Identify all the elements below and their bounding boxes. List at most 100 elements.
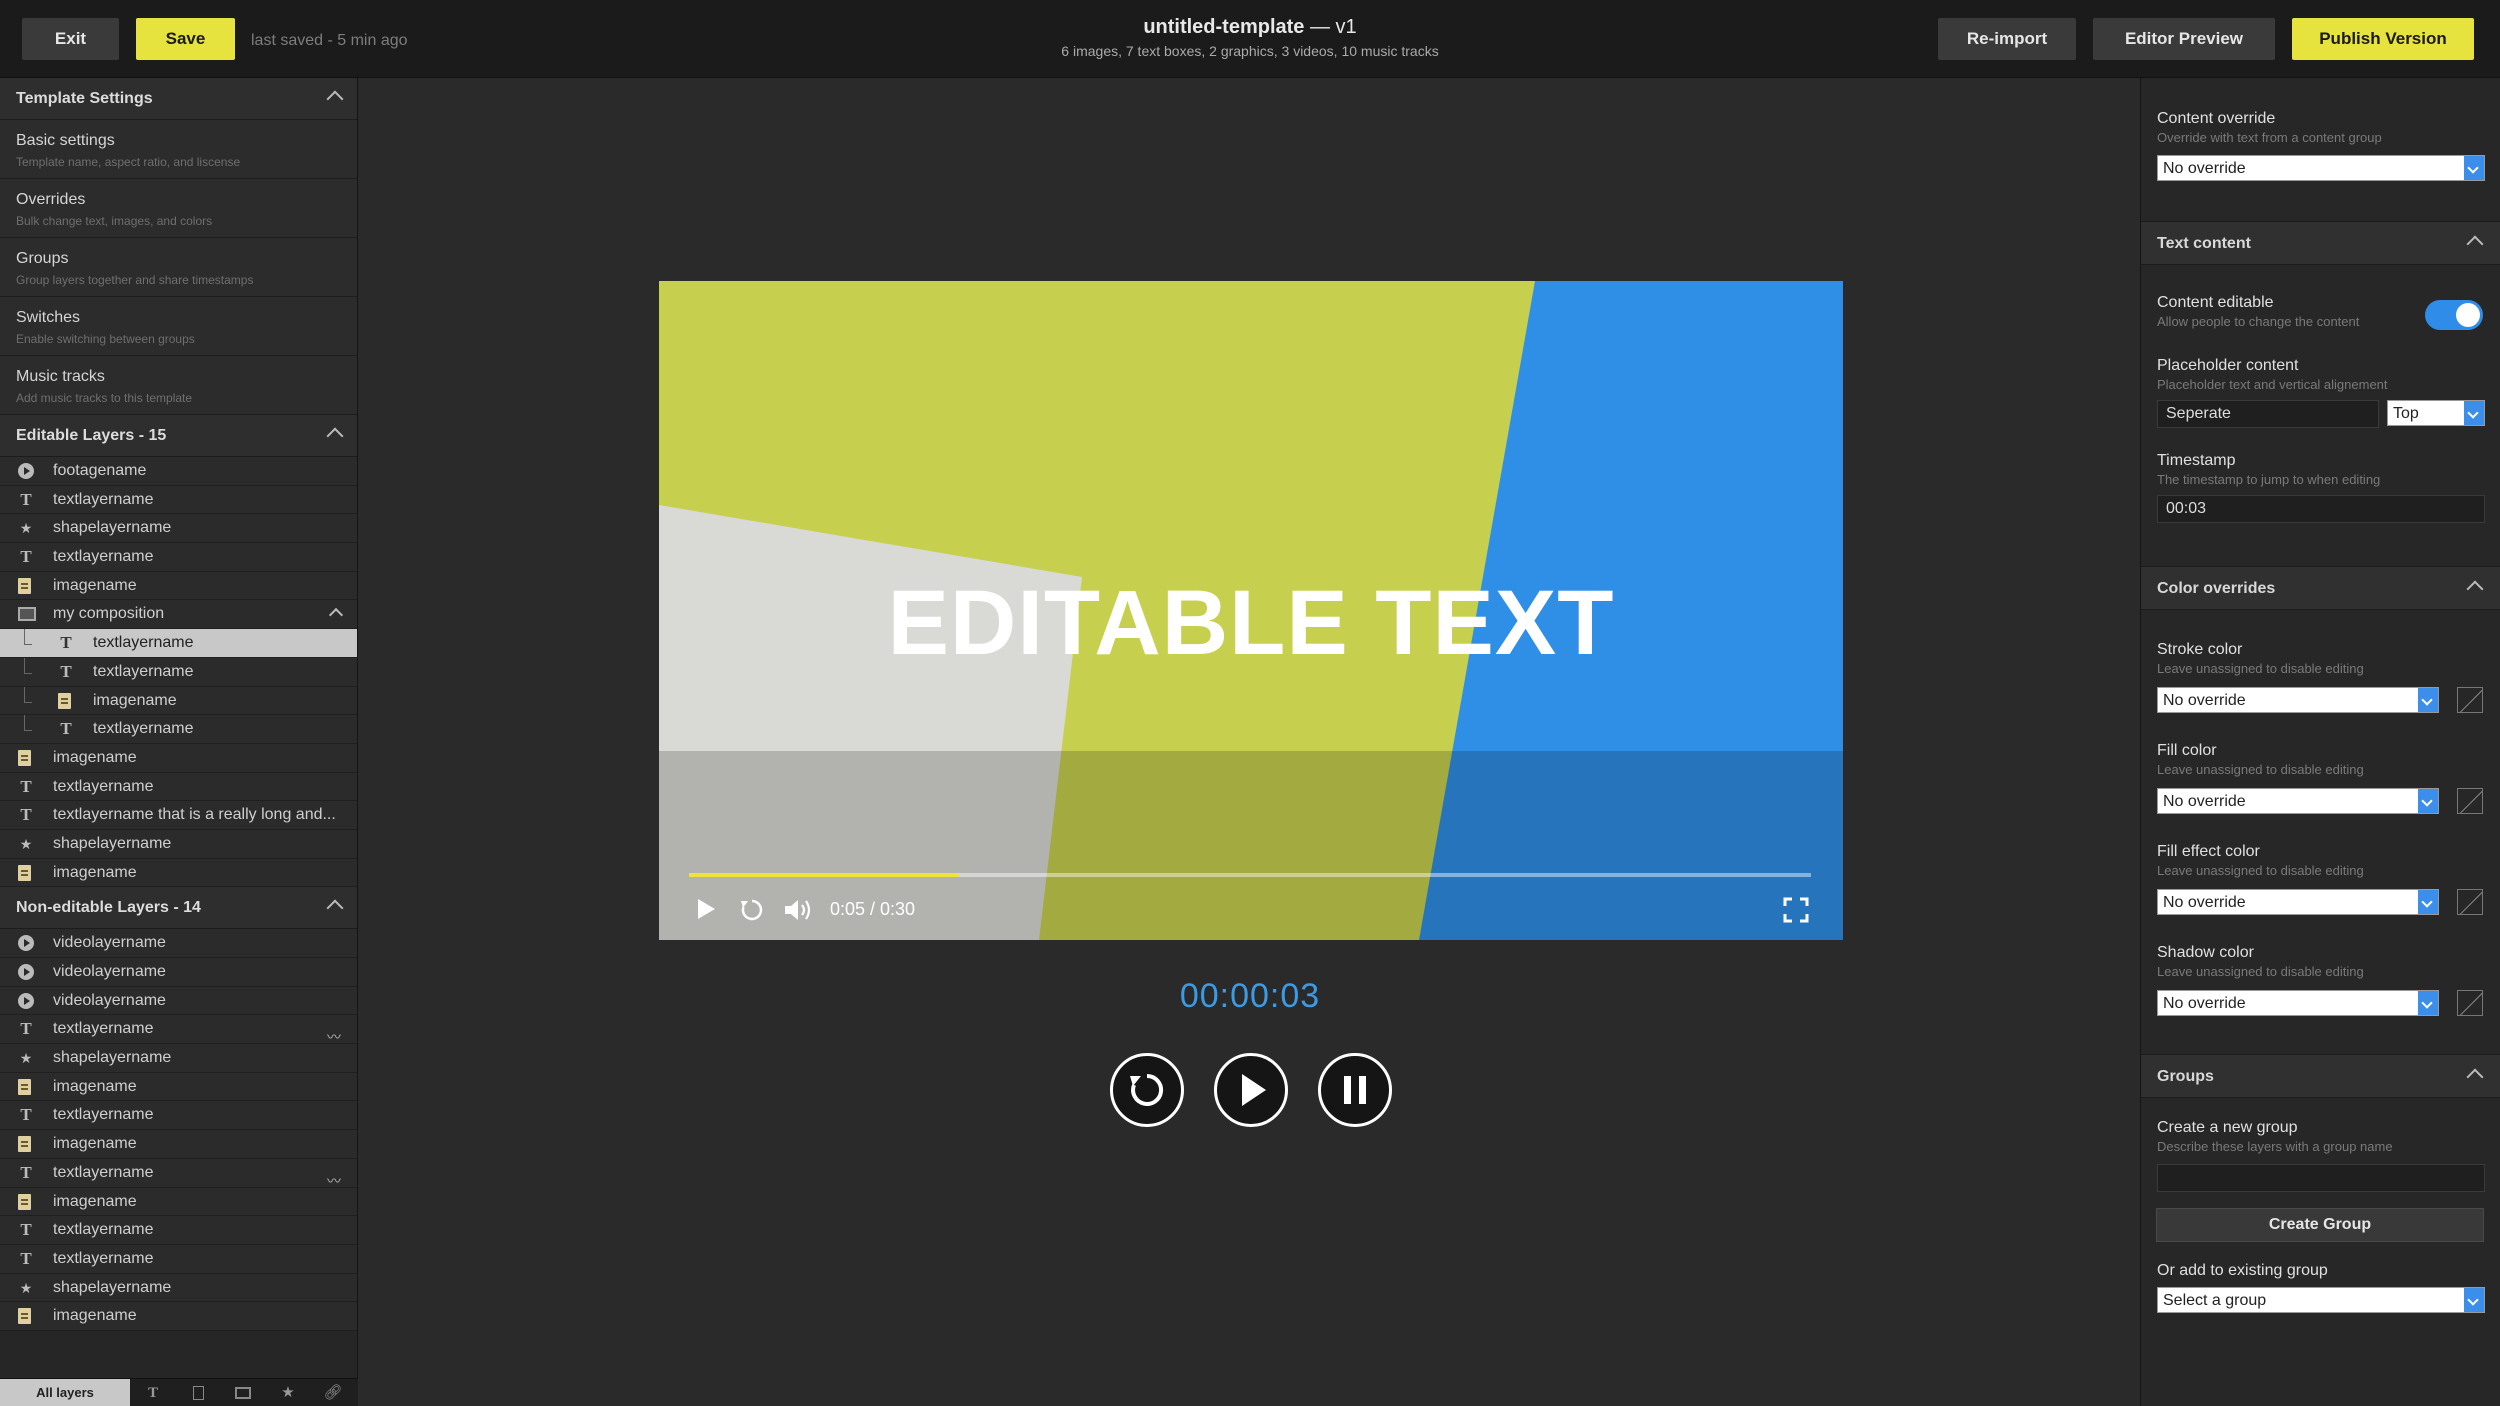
editor-preview-button[interactable]: Editor Preview [2093, 18, 2275, 60]
layer-row[interactable]: my composition [0, 600, 357, 630]
layer-row[interactable]: imagename [0, 743, 357, 773]
layer-row[interactable]: videolayername [0, 929, 357, 958]
layer-row[interactable]: Ttextlayername [0, 1216, 357, 1245]
editable-layers-header[interactable]: Editable Layers - 15 [0, 415, 357, 457]
editable-text-overlay[interactable]: EDITABLE TEXT [659, 571, 1843, 676]
layer-row[interactable]: imagename [0, 571, 357, 601]
vertical-align-value: Top [2393, 405, 2419, 422]
layer-row[interactable]: ★ shapelayername [0, 514, 357, 544]
tab-text-layers[interactable]: T [138, 1379, 168, 1406]
existing-group-select[interactable]: Select a group [2157, 1287, 2485, 1313]
pause-button[interactable] [1318, 1053, 1392, 1127]
layer-name: videolayername [53, 934, 166, 952]
content-editable-toggle[interactable] [2425, 300, 2483, 330]
layer-row[interactable]: imagename [0, 1187, 357, 1217]
settings-item[interactable]: Basic settings Template name, aspect rati… [0, 120, 357, 179]
video-icon [18, 935, 34, 952]
chevron-up-icon[interactable] [328, 608, 344, 623]
text-icon: T [147, 1385, 158, 1401]
image-icon [18, 749, 31, 766]
layer-row[interactable]: Ttextlayername [0, 657, 357, 687]
layer-row[interactable]: imagename [0, 686, 357, 716]
tab-composition-layers[interactable] [228, 1379, 258, 1406]
replay-icon[interactable] [739, 897, 765, 923]
settings-item[interactable]: Overrides Bulk change text, images, and c… [0, 179, 357, 238]
layer-row[interactable]: Ttextlayername that is a really long and… [0, 801, 357, 830]
vertical-align-select[interactable]: Top [2387, 400, 2485, 426]
chevron-up-icon[interactable] [2466, 1068, 2484, 1086]
groups-title: Groups [2157, 1068, 2214, 1085]
noneditable-layers-header[interactable]: Non-editable Layers - 14 [0, 887, 357, 930]
video-progress-bar[interactable] [689, 873, 1811, 877]
color-desc: Leave unassigned to disable editing [2157, 964, 2364, 979]
layer-row[interactable]: imagename [0, 1072, 357, 1102]
placeholder-input[interactable]: Seperate [2157, 400, 2379, 428]
color-swatch[interactable] [2457, 889, 2483, 915]
reimport-button[interactable]: Re-import [1938, 18, 2076, 60]
layer-row[interactable]: ★ shapelayername [0, 1273, 357, 1303]
tree-connector [24, 686, 32, 703]
layer-row[interactable]: ★ shapelayername [0, 1044, 357, 1073]
template-settings-header[interactable]: Template Settings [0, 78, 357, 120]
save-button[interactable]: Save [136, 18, 235, 60]
chevron-up-icon[interactable] [326, 899, 344, 917]
video-preview[interactable]: EDITABLE TEXT 0:05 / 0:30 [659, 281, 1843, 940]
layer-row[interactable]: Ttextlayername [0, 1244, 357, 1274]
layer-name: textlayername [53, 1020, 154, 1038]
restart-button[interactable] [1110, 1053, 1184, 1127]
placeholder-desc: Placeholder text and vertical alignement [2157, 377, 2388, 392]
group-name-input[interactable] [2157, 1164, 2485, 1192]
color-select[interactable]: No override [2157, 788, 2439, 814]
chevron-down-icon [2464, 156, 2484, 180]
tab-all-layers[interactable]: All layers [0, 1379, 130, 1406]
chevron-up-icon[interactable] [326, 427, 344, 445]
fullscreen-icon[interactable] [1783, 897, 1809, 923]
groups-header[interactable]: Groups [2141, 1054, 2500, 1098]
tab-image-layers[interactable] [183, 1379, 213, 1406]
layer-row[interactable]: imagename [0, 858, 357, 888]
create-group-button[interactable]: Create Group [2156, 1208, 2484, 1242]
color-select[interactable]: No override [2157, 990, 2439, 1016]
color-swatch[interactable] [2457, 990, 2483, 1016]
layer-row[interactable]: imagename [0, 1302, 357, 1331]
layer-row[interactable]: Ttextlayername [0, 629, 357, 658]
chevron-up-icon[interactable] [326, 90, 344, 108]
color-select[interactable]: No override [2157, 889, 2439, 915]
layer-row[interactable]: videolayername [0, 986, 357, 1016]
layer-row[interactable]: videolayername [0, 958, 357, 987]
color-swatch[interactable] [2457, 788, 2483, 814]
settings-item[interactable]: Music tracks Add music tracks to this tem… [0, 356, 357, 415]
layer-row[interactable]: Ttextlayername [0, 772, 357, 802]
play-icon[interactable] [695, 897, 717, 921]
chevron-up-icon[interactable] [2466, 580, 2484, 598]
play-button[interactable] [1214, 1053, 1288, 1127]
color-select[interactable]: No override [2157, 687, 2439, 713]
exit-button[interactable]: Exit [22, 18, 119, 60]
color-overrides-header[interactable]: Color overrides [2141, 566, 2500, 610]
layer-row[interactable]: footagename [0, 457, 357, 486]
color-swatch[interactable] [2457, 687, 2483, 713]
layer-row[interactable]: Ttextlayername [0, 1101, 357, 1131]
layer-row[interactable]: Ttextlayername [0, 543, 357, 572]
layer-row[interactable]: Ttextlayername [0, 715, 357, 744]
layer-row[interactable]: Ttextlayername 〰 [0, 1158, 357, 1188]
settings-item[interactable]: Groups Group layers together and share ti… [0, 238, 357, 297]
tab-link-layers[interactable]: 🔗︎ [318, 1379, 348, 1406]
template-name: untitled-template [1143, 16, 1305, 38]
layer-row[interactable]: ★ shapelayername [0, 829, 357, 859]
content-override-select[interactable]: No override [2157, 155, 2485, 181]
text-content-header[interactable]: Text content [2141, 221, 2500, 265]
chevron-up-icon[interactable] [2466, 235, 2484, 253]
layer-row[interactable]: Ttextlayername [0, 485, 357, 515]
layer-row[interactable]: imagename [0, 1130, 357, 1159]
content-override-label: Content override [2157, 110, 2276, 127]
timestamp-input[interactable]: 00:03 [2157, 495, 2485, 523]
play-icon [1242, 1074, 1266, 1106]
tab-shape-layers[interactable]: ★ [273, 1379, 303, 1406]
volume-icon[interactable] [783, 897, 813, 923]
publish-version-button[interactable]: Publish Version [2292, 18, 2474, 60]
settings-item[interactable]: Switches Enable switching between groups [0, 297, 357, 356]
color-desc: Leave unassigned to disable editing [2157, 661, 2364, 676]
layer-row[interactable]: Ttextlayername 〰 [0, 1015, 357, 1045]
chevron-down-icon [2418, 991, 2438, 1015]
